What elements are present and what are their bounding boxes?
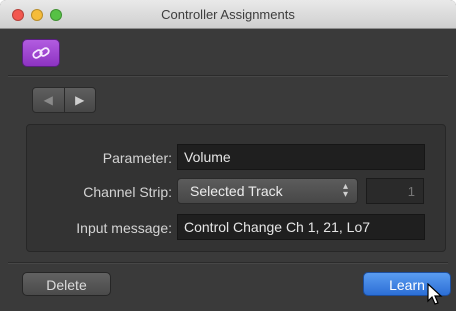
parameter-field[interactable]: Volume (177, 144, 425, 170)
link-button[interactable] (22, 39, 60, 67)
toolbar-divider (8, 75, 448, 76)
input-message-label: Input message: (76, 220, 172, 236)
window-title: Controller Assignments (161, 7, 295, 22)
parameter-label: Parameter: (102, 150, 172, 166)
title-bar: Controller Assignments (0, 0, 456, 29)
mouse-pointer-icon (427, 283, 443, 305)
channel-strip-label: Channel Strip: (83, 184, 172, 200)
footer-divider (8, 262, 448, 263)
link-icon (32, 47, 50, 59)
back-button[interactable]: ◀ (33, 88, 65, 112)
up-down-arrows-icon: ▴ ▾ (342, 181, 348, 200)
delete-button[interactable]: Delete (22, 272, 111, 296)
input-message-field[interactable]: Control Change Ch 1, 21, Lo7 (177, 214, 425, 240)
channel-strip-value: Selected Track (190, 183, 283, 199)
navigation-arrows: ◀ ▶ (32, 87, 96, 113)
channel-number-field: 1 (366, 178, 424, 204)
channel-strip-popup[interactable]: Selected Track ▴ ▾ (177, 178, 358, 204)
forward-button[interactable]: ▶ (65, 88, 96, 112)
triangle-left-icon: ◀ (43, 93, 53, 107)
controller-assignments-window: Controller Assignments ◀ ▶ Parameter: Vo… (0, 0, 456, 311)
triangle-right-icon: ▶ (75, 93, 85, 107)
